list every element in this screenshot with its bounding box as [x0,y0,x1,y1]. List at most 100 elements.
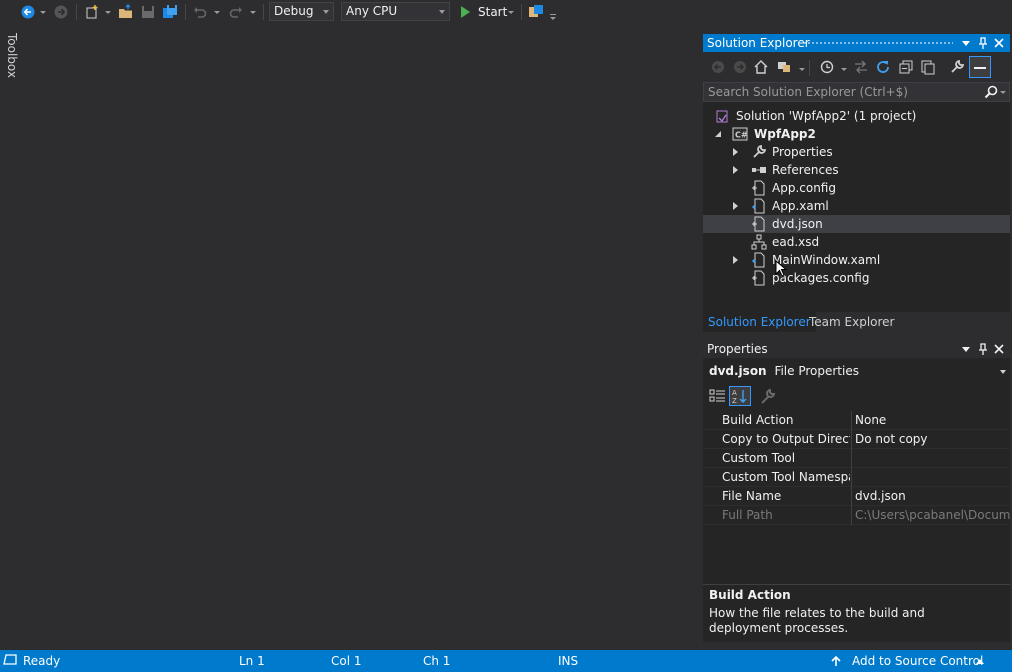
tree-item-ead-xsd[interactable]: ead.xsd [703,233,1010,251]
tree-item-packages-config[interactable]: packages.config [703,269,1010,287]
references-icon [751,162,767,178]
expanded-arrow-icon[interactable] [715,131,721,137]
toolbar-separator [76,4,77,20]
tree-item-label: Properties [772,145,833,159]
line-number: Ln 1 [239,654,265,668]
preview-selected-items-button[interactable] [969,56,991,78]
show-all-files-icon[interactable] [920,59,936,75]
configuration-select[interactable]: Debug [269,2,334,21]
refresh-icon[interactable] [875,59,891,75]
tree-item-mainwindow-xaml[interactable]: MainWindow.xaml [703,251,1010,269]
chevron-down-icon [439,10,445,14]
expand-arrow-icon[interactable] [733,256,738,264]
toolbox-tab[interactable]: Toolbox [5,33,19,78]
close-icon[interactable] [992,342,1006,356]
grid-divider [851,411,852,430]
properties-panel: Properties dvd.json File Properties AZ B… [703,340,1010,642]
platform-select[interactable]: Any CPU [341,2,450,21]
grid-divider [851,449,852,468]
up-arrow-icon [831,655,841,666]
property-row[interactable]: Copy to Output Directory Do not copy [703,430,1010,449]
expand-arrow-icon[interactable] [733,148,738,156]
toolbar-overflow-icon[interactable] [550,14,556,15]
property-value[interactable]: Do not copy [855,430,1010,449]
properties-wrench-icon[interactable] [949,59,965,75]
property-name: Copy to Output Directory [722,432,850,446]
undo-dropdown-icon[interactable] [214,11,220,14]
tab-solution-explorer[interactable]: Solution Explorer [703,312,816,332]
save-icon[interactable] [140,4,156,20]
json-file-icon [751,216,767,232]
svg-text:C#: C# [735,131,748,140]
start-button[interactable]: Start [458,2,516,22]
property-row[interactable]: Build Action None [703,411,1010,430]
solution-explorer-title-bar[interactable]: Solution Explorer [703,34,1010,52]
properties-title: Properties [707,342,768,356]
redo-icon[interactable] [228,4,244,20]
mouse-cursor-icon [775,260,787,278]
open-file-icon[interactable] [118,4,134,20]
grid-divider [851,430,852,449]
switch-views-dropdown-icon[interactable] [799,68,805,71]
pending-changes-filter-icon[interactable] [819,59,835,75]
new-project-dropdown-icon[interactable] [105,11,111,14]
tree-item-label: ead.xsd [772,235,820,249]
tree-item-project[interactable]: C# WpfApp2 [703,125,1010,143]
chevron-down-icon [323,10,329,14]
forward-icon[interactable] [732,59,748,75]
window-position-icon[interactable] [962,41,970,46]
undo-icon[interactable] [192,4,208,20]
categorized-icon [709,389,725,402]
tab-team-explorer[interactable]: Team Explorer [804,312,900,332]
property-pages-button[interactable] [758,386,780,406]
add-to-source-control-button[interactable]: Add to Source Control [830,650,990,672]
save-all-icon[interactable] [162,4,178,20]
redo-dropdown-icon[interactable] [250,11,256,14]
collapse-all-icon[interactable] [898,59,914,75]
close-icon[interactable] [992,36,1006,50]
property-value[interactable]: None [855,411,1010,430]
home-icon[interactable] [753,59,769,75]
editor-area [22,24,702,650]
solution-explorer-search-input[interactable]: Search Solution Explorer (Ctrl+$) [703,82,1010,102]
pin-icon[interactable] [976,342,990,356]
forward-icon[interactable] [53,4,69,20]
property-row[interactable]: Custom Tool Namespace [703,468,1010,487]
expand-arrow-icon[interactable] [733,202,738,210]
find-in-files-icon[interactable] [528,4,544,20]
back-icon[interactable] [20,4,36,20]
window-position-icon[interactable] [962,347,970,352]
toolbar-separator [263,4,264,20]
main-toolbar: Debug Any CPU Start [0,0,1012,24]
object-selector[interactable]: dvd.json File Properties [703,361,1010,381]
platform-value: Any CPU [346,4,398,18]
new-project-icon[interactable] [84,4,100,20]
toolbox-strip [0,24,22,650]
sync-with-document-icon[interactable] [853,59,869,75]
alphabetical-button[interactable]: AZ [729,386,751,406]
tree-item-app-config[interactable]: App.config [703,179,1010,197]
expand-arrow-icon[interactable] [733,166,738,174]
categorized-button[interactable] [707,386,729,406]
description-text: How the file relates to the build and de… [709,606,925,635]
back-icon[interactable] [710,59,726,75]
pin-icon[interactable] [976,36,990,50]
filter-dropdown-icon[interactable] [841,68,847,71]
solution-explorer-title: Solution Explorer [707,36,810,50]
switch-views-icon[interactable] [776,59,792,75]
properties-title-bar[interactable]: Properties [703,340,1010,358]
property-row[interactable]: Custom Tool [703,449,1010,468]
toolbar-overflow-dropdown-icon[interactable] [550,17,556,20]
tree-item-references[interactable]: References [703,161,1010,179]
property-row[interactable]: Full Path C:\Users\pcabanel\Documents [703,506,1010,525]
property-value[interactable]: dvd.json [855,487,1010,506]
status-text: Ready [23,654,61,668]
tree-item-properties[interactable]: Properties [703,143,1010,161]
property-row[interactable]: File Name dvd.json [703,487,1010,506]
tree-item-dvd-json[interactable]: dvd.json [703,215,1010,233]
tree-item-solution[interactable]: Solution 'WpfApp2' (1 project) [703,107,1010,125]
tree-item-app-xaml[interactable]: App.xaml [703,197,1010,215]
configuration-value: Debug [274,4,314,18]
svg-text:A: A [732,389,737,397]
back-dropdown-icon[interactable] [40,11,46,14]
